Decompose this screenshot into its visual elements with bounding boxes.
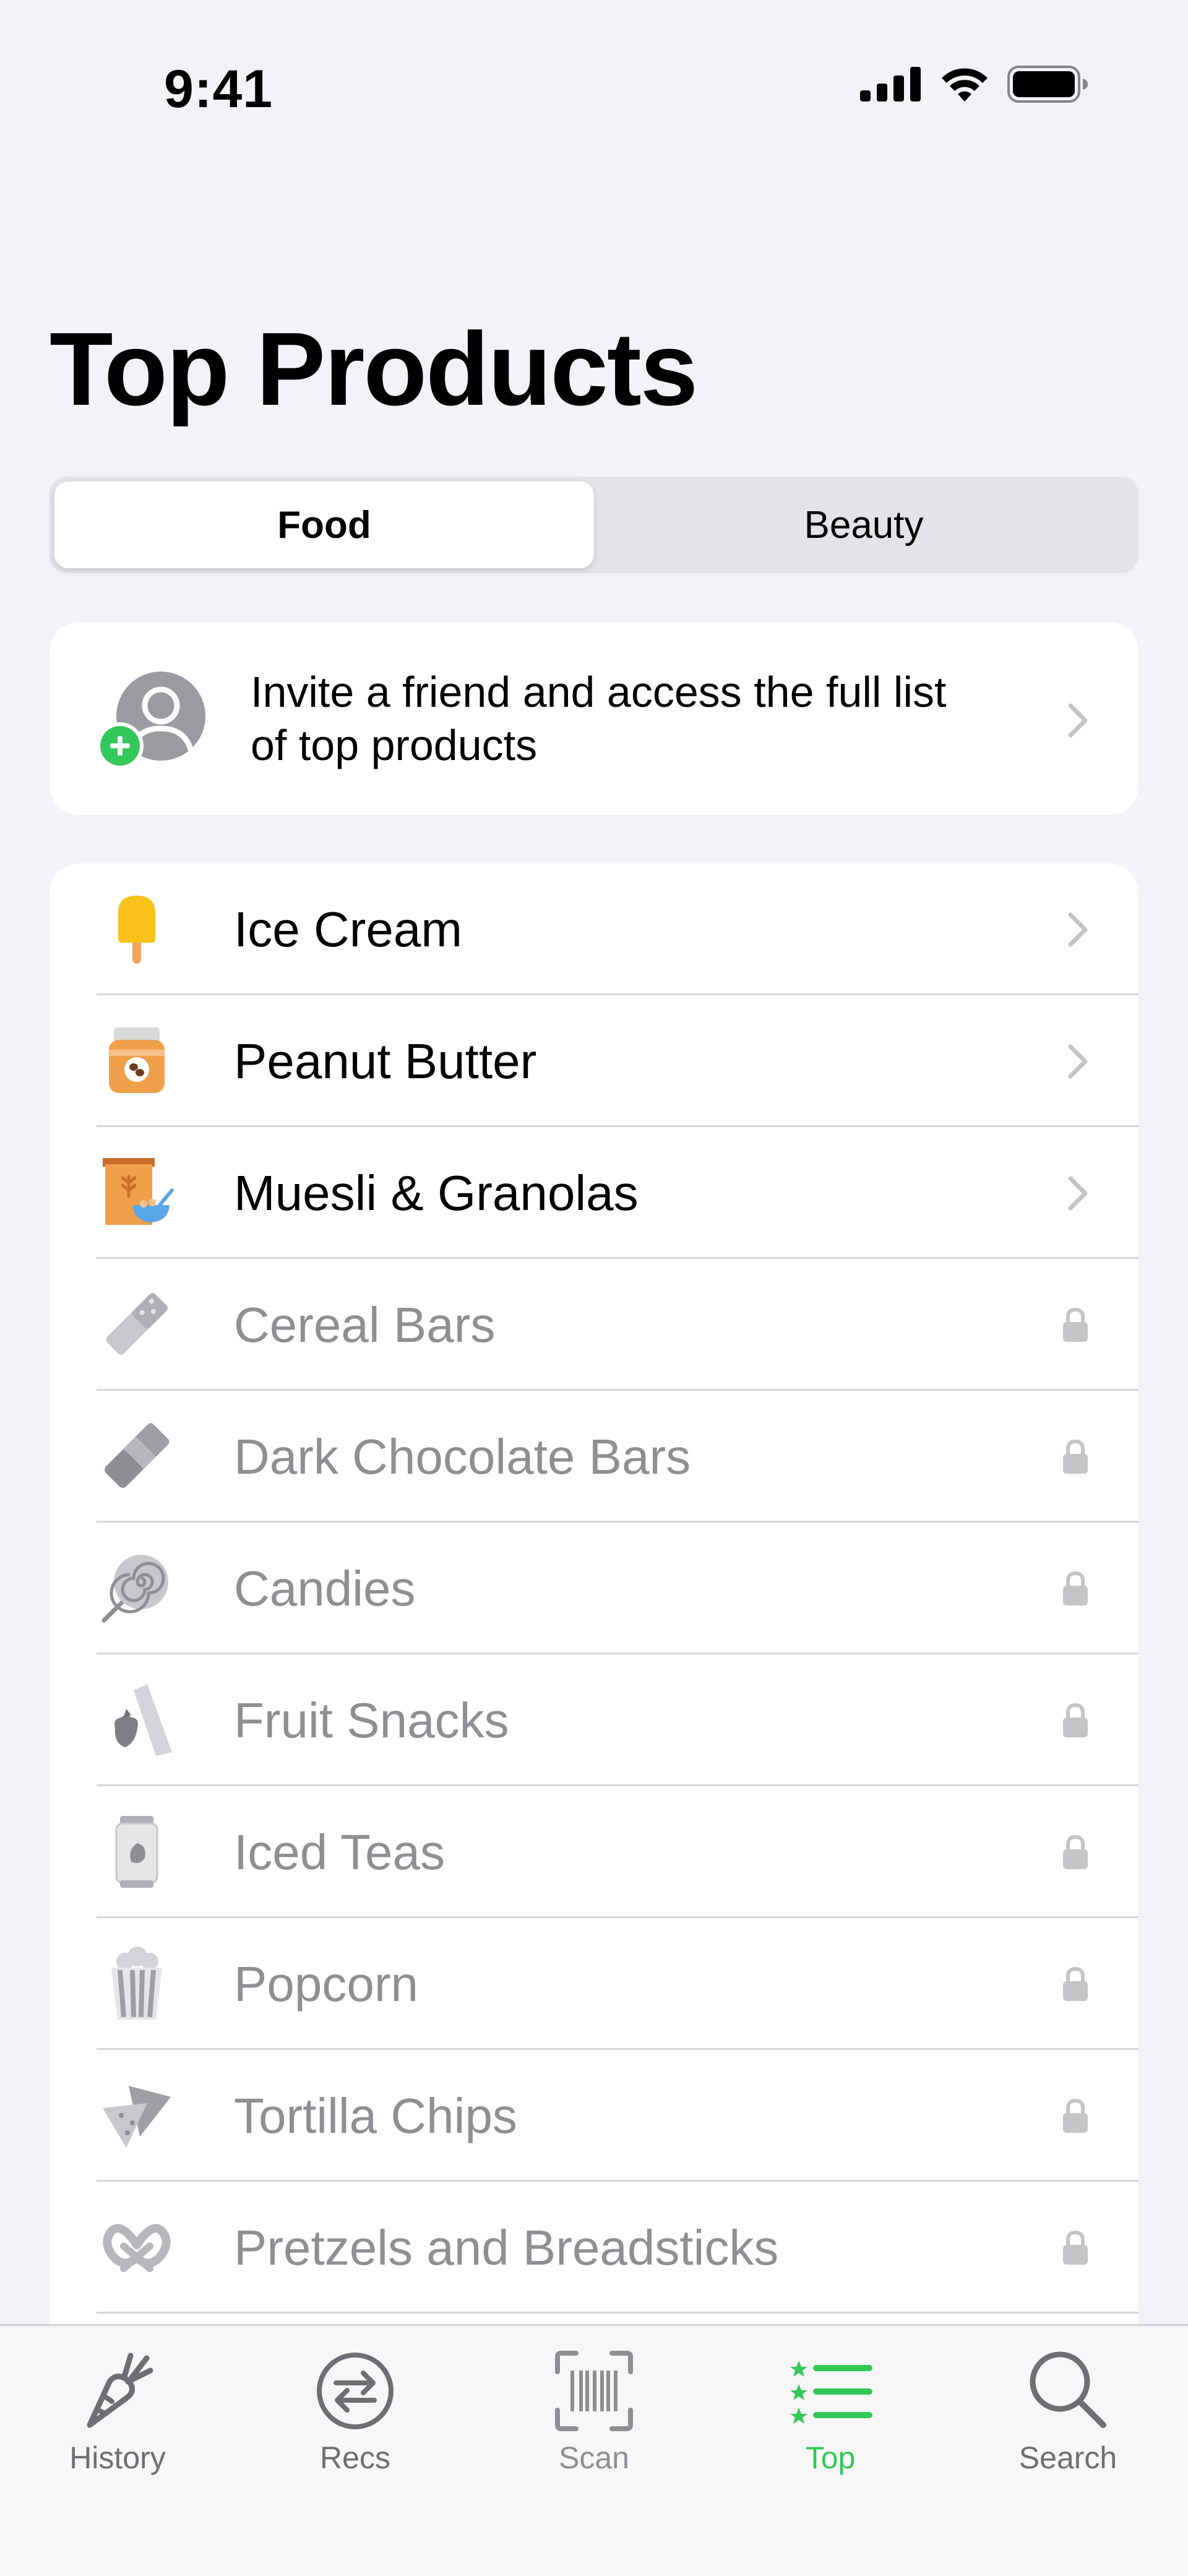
lock-icon bbox=[1063, 2230, 1088, 2265]
list-item-label: Fruit Snacks bbox=[234, 1692, 509, 1748]
chevron-right-icon bbox=[1068, 1176, 1088, 1210]
list-item-dark-chocolate-bars[interactable]: Dark Chocolate Bars bbox=[50, 1391, 1138, 1523]
tab-top[interactable]: Top bbox=[738, 2345, 923, 2476]
battery-icon bbox=[1007, 66, 1088, 103]
list-item-ice-cream[interactable]: Ice Cream bbox=[50, 863, 1138, 995]
lock-icon bbox=[1063, 1571, 1088, 1606]
tab-search[interactable]: Search bbox=[975, 2345, 1161, 2476]
wifi-icon bbox=[942, 68, 988, 102]
tab-history[interactable]: History bbox=[25, 2345, 210, 2476]
segment-beauty[interactable]: Beauty bbox=[594, 482, 1134, 568]
tab-scan[interactable]: Scan bbox=[501, 2345, 687, 2476]
ice-cream-icon bbox=[97, 888, 177, 969]
row-divider bbox=[97, 2312, 1138, 2314]
lock-icon bbox=[1063, 2098, 1088, 2133]
invite-friend-text: Invite a friend and access the full list… bbox=[251, 665, 1024, 772]
lock-icon bbox=[1063, 1835, 1088, 1869]
search-icon bbox=[1030, 2351, 1106, 2428]
list-item-pretzels-breadsticks[interactable]: Pretzels and Breadsticks bbox=[50, 2182, 1138, 2314]
lock-icon bbox=[1063, 1307, 1088, 1342]
muesli-bowl-icon bbox=[97, 1152, 177, 1232]
list-item-label: Ice Cream bbox=[234, 901, 462, 957]
list-item-muesli-granolas[interactable]: Muesli & Granolas bbox=[50, 1127, 1138, 1259]
popcorn-icon bbox=[97, 1943, 177, 2023]
list-item-label: Pretzels and Breadsticks bbox=[234, 2219, 779, 2275]
tortilla-chips-icon bbox=[97, 2075, 177, 2155]
list-item-label: Muesli & Granolas bbox=[234, 1165, 639, 1221]
status-bar: 9:41 bbox=[0, 0, 1188, 179]
invite-text-line2: of top products bbox=[251, 721, 538, 769]
list-item-label: Candies bbox=[234, 1560, 416, 1616]
fruit-snack-icon bbox=[97, 1679, 177, 1760]
invite-friend-avatar-icon bbox=[97, 672, 205, 769]
page-title: Top Products bbox=[50, 311, 698, 427]
list-item-popcorn[interactable]: Popcorn bbox=[50, 1918, 1138, 2050]
chevron-right-icon bbox=[1068, 703, 1088, 738]
tab-recs[interactable]: Recs bbox=[262, 2345, 448, 2476]
lollipop-icon bbox=[97, 1547, 177, 1628]
chevron-right-icon bbox=[1068, 912, 1088, 946]
barcode-scan-icon bbox=[555, 2351, 633, 2431]
tab-label: Top bbox=[805, 2440, 856, 2475]
category-segmented-control: Food Beauty bbox=[50, 477, 1138, 573]
lock-icon bbox=[1063, 1703, 1088, 1737]
list-item-label: Tortilla Chips bbox=[234, 2088, 517, 2143]
status-time: 9:41 bbox=[164, 59, 273, 119]
cellular-signal-icon bbox=[860, 67, 921, 102]
pretzel-icon bbox=[97, 2206, 177, 2287]
tab-label: History bbox=[69, 2440, 166, 2475]
list-item-label: Popcorn bbox=[234, 1956, 418, 2012]
cereal-bar-icon bbox=[97, 1284, 177, 1364]
list-item-label: Dark Chocolate Bars bbox=[234, 1428, 691, 1484]
list-item-peanut-butter[interactable]: Peanut Butter bbox=[50, 995, 1138, 1127]
chocolate-bar-icon bbox=[97, 1416, 177, 1496]
list-item-iced-teas[interactable]: Iced Teas bbox=[50, 1786, 1138, 1918]
swap-arrows-icon bbox=[317, 2353, 394, 2429]
lock-icon bbox=[1063, 1439, 1088, 1474]
tab-label: Scan bbox=[559, 2440, 629, 2475]
list-item-candies[interactable]: Candies bbox=[50, 1523, 1138, 1654]
invite-friend-card[interactable]: Invite a friend and access the full list… bbox=[50, 622, 1138, 815]
top-products-list: Ice Cream Peanut Butter Muesli & Granola… bbox=[50, 863, 1138, 2336]
list-item-fruit-snacks[interactable]: Fruit Snacks bbox=[50, 1654, 1138, 1786]
list-item-label: Iced Teas bbox=[234, 1824, 445, 1880]
status-icons bbox=[860, 65, 1089, 103]
list-item-cereal-bars[interactable]: Cereal Bars bbox=[50, 1259, 1138, 1391]
starred-list-icon bbox=[790, 2361, 872, 2424]
list-item-label: Cereal Bars bbox=[234, 1297, 496, 1352]
invite-text-line1: Invite a friend and access the full list bbox=[251, 668, 947, 716]
segment-food[interactable]: Food bbox=[54, 482, 594, 568]
list-item-tortilla-chips[interactable]: Tortilla Chips bbox=[50, 2050, 1138, 2182]
lock-icon bbox=[1063, 1966, 1088, 2001]
tab-label: Recs bbox=[320, 2440, 390, 2475]
chevron-right-icon bbox=[1068, 1044, 1088, 1078]
tab-bar: History Recs Scan Top Search bbox=[0, 2324, 1188, 2576]
iced-tea-can-icon bbox=[97, 1811, 177, 1891]
carrot-icon bbox=[87, 2353, 153, 2428]
list-item-label: Peanut Butter bbox=[234, 1033, 537, 1089]
tab-label: Search bbox=[1018, 2440, 1117, 2475]
peanut-butter-jar-icon bbox=[97, 1020, 177, 1100]
